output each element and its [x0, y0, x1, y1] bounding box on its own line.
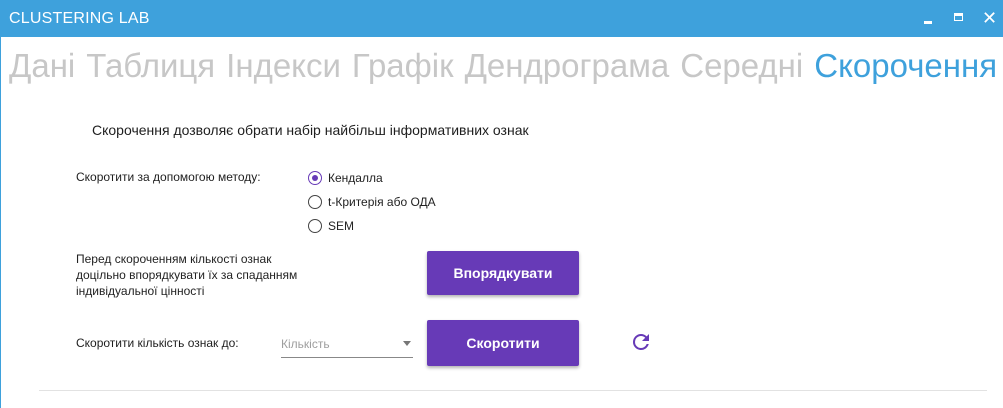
tab-dendrogram[interactable]: Дендрограма: [465, 46, 670, 86]
count-dropdown-placeholder: Кількість: [281, 337, 330, 351]
close-icon: ✕: [982, 8, 998, 28]
tab-means[interactable]: Середні: [680, 46, 803, 86]
sort-hint-line: доцільно впорядкувати їх за спаданням: [76, 268, 298, 282]
tab-bar: Дані Таблиця Індекси Графік Дендрограма Серед…: [9, 46, 1003, 86]
tab-table[interactable]: Таблиця: [86, 46, 215, 86]
radio-kendall-label: Кендалла: [328, 171, 383, 185]
tab-indices[interactable]: Індекси: [226, 46, 341, 86]
reduction-description: Скорочення дозволяє обрати набір найбіль…: [92, 122, 529, 138]
maximize-button[interactable]: [946, 6, 972, 30]
divider: [39, 390, 987, 391]
radio-t-criterion-label: t-Критерія або ОДА: [328, 195, 436, 209]
sort-hint-line: індивідуальної цінності: [76, 284, 205, 298]
radio-unselected-icon[interactable]: [308, 219, 322, 233]
radio-unselected-icon[interactable]: [308, 195, 322, 209]
refresh-icon[interactable]: [629, 330, 653, 354]
radio-sem[interactable]: SEM: [308, 217, 354, 235]
radio-selected-icon[interactable]: [308, 171, 322, 185]
radio-sem-label: SEM: [328, 219, 355, 233]
tab-data[interactable]: Дані: [9, 46, 75, 86]
minimize-button[interactable]: [915, 6, 941, 30]
window-title: CLUSTERING LAB: [9, 10, 150, 27]
app-window: CLUSTERING LAB ✕ Дані Таблиця Індекси Графі…: [0, 0, 1003, 408]
chevron-down-icon[interactable]: [403, 341, 411, 346]
sort-button[interactable]: Впорядкувати: [427, 251, 579, 295]
tab-chart[interactable]: Графік: [352, 46, 454, 86]
method-label: Скоротити за допомогою методу:: [76, 170, 261, 184]
reduce-count-label: Скоротити кількість ознак до:: [76, 336, 239, 350]
title-bar[interactable]: CLUSTERING LAB ✕: [1, 0, 1003, 37]
tab-reduction[interactable]: Скорочення: [814, 46, 997, 86]
radio-t-criterion[interactable]: t-Критерія або ОДА: [308, 193, 436, 211]
minimize-icon: [924, 21, 932, 24]
count-dropdown[interactable]: Кількість: [281, 331, 413, 358]
reduce-button[interactable]: Скоротити: [427, 320, 579, 366]
sort-hint-line: Перед скороченням кількості ознак: [76, 252, 272, 266]
close-button[interactable]: ✕: [977, 6, 1003, 30]
maximize-icon: [954, 13, 963, 21]
sort-hint: Перед скороченням кількості ознак доціль…: [76, 251, 406, 299]
radio-kendall[interactable]: Кендалла: [308, 169, 383, 187]
